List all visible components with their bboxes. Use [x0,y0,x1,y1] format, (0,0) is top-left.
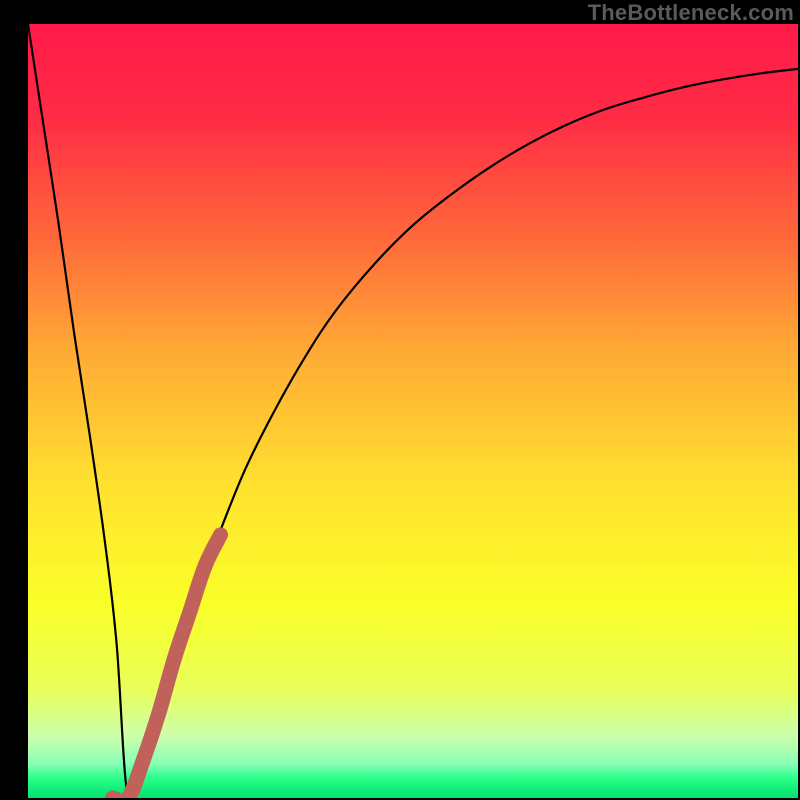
chart-frame: TheBottleneck.com [0,0,800,800]
chart-svg [28,24,798,798]
watermark-text: TheBottleneck.com [588,0,794,26]
plot-area [28,24,798,798]
gradient-background [28,24,798,798]
